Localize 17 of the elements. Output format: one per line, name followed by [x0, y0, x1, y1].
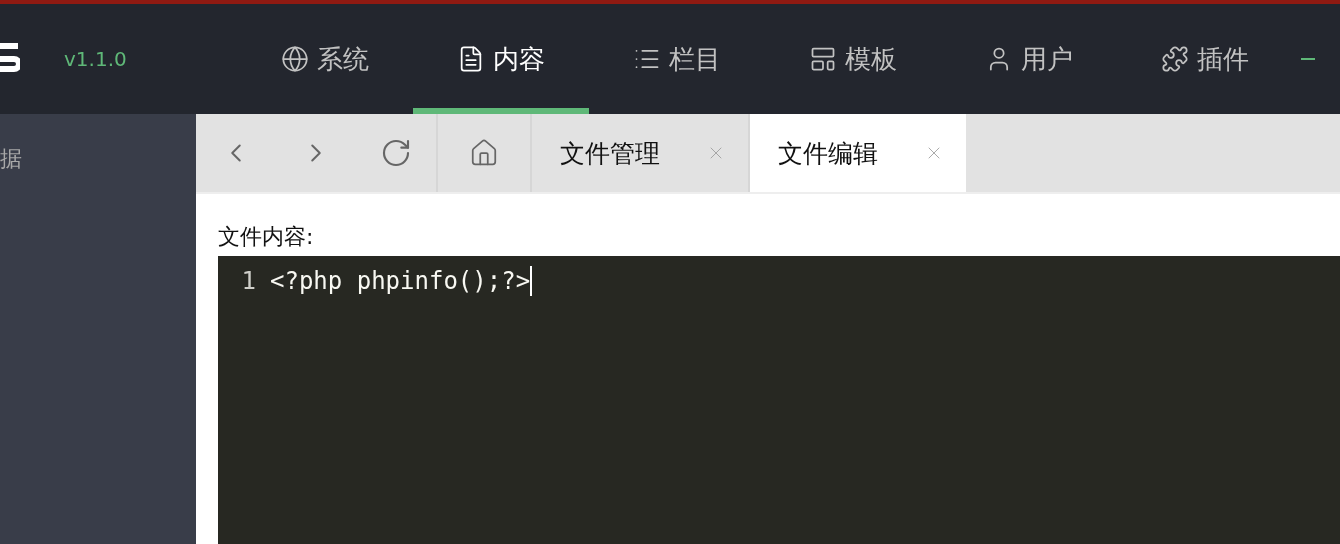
nav-item[interactable]: 插件: [1117, 4, 1293, 114]
puzzle-icon: [1161, 45, 1189, 73]
globe-icon: [281, 45, 309, 73]
home-icon[interactable]: [469, 138, 499, 168]
version-label: v1.1.0: [64, 47, 127, 71]
refresh-icon[interactable]: [380, 137, 412, 169]
layout-icon: [809, 45, 837, 73]
tab[interactable]: 文件编辑: [748, 114, 966, 192]
nav-item[interactable]: 用户: [941, 4, 1117, 114]
sidebar-item[interactable]: 据: [0, 144, 196, 174]
code-editor[interactable]: 1 <?php phpinfo();?>: [218, 256, 1340, 544]
code-line: <?php phpinfo();?>: [270, 266, 533, 296]
field-label: 文件内容:: [218, 223, 315, 251]
nav-item[interactable]: 模板: [765, 4, 941, 114]
nav-item[interactable]: 系统: [237, 4, 413, 114]
line-number: 1: [240, 266, 257, 296]
nav-item[interactable]: 栏目: [589, 4, 765, 114]
